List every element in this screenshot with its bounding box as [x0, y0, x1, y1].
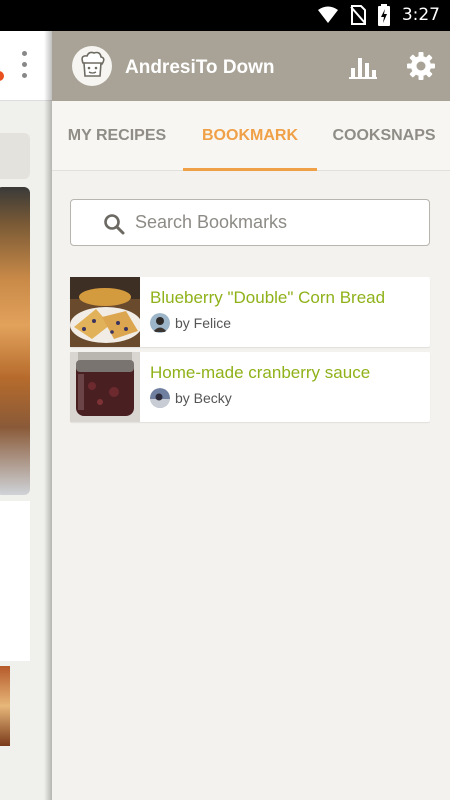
author-avatar [150, 388, 170, 408]
recipe-thumbnail [70, 277, 140, 347]
search-icon [104, 214, 125, 235]
tab-my-recipes[interactable]: MY RECIPES [52, 101, 182, 171]
author-name: by Felice [175, 315, 232, 331]
bookmark-list: Blueberry "Double" Corn Bread by Felice [70, 277, 430, 427]
stats-icon [349, 58, 377, 79]
background-card [0, 501, 30, 661]
search-input[interactable] [135, 200, 420, 245]
background-search [0, 133, 30, 179]
recipe-title[interactable]: Home-made cranberry sauce [150, 363, 370, 383]
background-thumbnail [0, 666, 10, 746]
drawer-header: AndresiTo Down [52, 31, 450, 101]
search-box[interactable] [70, 199, 430, 246]
drawer-shadow [44, 31, 52, 800]
status-bar: 3:27 [0, 0, 450, 31]
user-avatar[interactable] [72, 46, 112, 86]
status-time: 3:27 [401, 5, 440, 25]
background-logo [0, 71, 4, 81]
tab-bookmark[interactable]: BOOKMARK [183, 101, 317, 171]
chef-avatar-icon [81, 51, 105, 77]
background-app [0, 31, 52, 800]
battery-charging-icon [377, 4, 390, 26]
recipe-author: by Becky [150, 388, 232, 408]
wifi-icon [317, 6, 338, 23]
list-item[interactable]: Home-made cranberry sauce by Becky [70, 352, 430, 422]
settings-button[interactable] [406, 51, 436, 81]
author-name: by Becky [175, 390, 232, 406]
author-avatar [150, 313, 170, 333]
no-sim-icon [350, 5, 366, 25]
stats-button[interactable] [348, 52, 378, 80]
recipe-author: by Felice [150, 313, 231, 333]
overflow-menu-icon [22, 51, 28, 84]
recipe-thumbnail [70, 352, 140, 422]
list-item[interactable]: Blueberry "Double" Corn Bread by Felice [70, 277, 430, 347]
active-tab-indicator [183, 168, 317, 171]
username[interactable]: AndresiTo Down [125, 57, 275, 79]
navigation-drawer: AndresiTo Down MY RECIPES BOOKMARK COOKS… [52, 31, 450, 800]
settings-icon [407, 52, 435, 80]
recipe-title[interactable]: Blueberry "Double" Corn Bread [150, 288, 385, 308]
background-recipe-image [0, 187, 30, 495]
tab-bar: MY RECIPES BOOKMARK COOKSNAPS [52, 101, 450, 171]
tab-cooksnaps[interactable]: COOKSNAPS [318, 101, 450, 171]
